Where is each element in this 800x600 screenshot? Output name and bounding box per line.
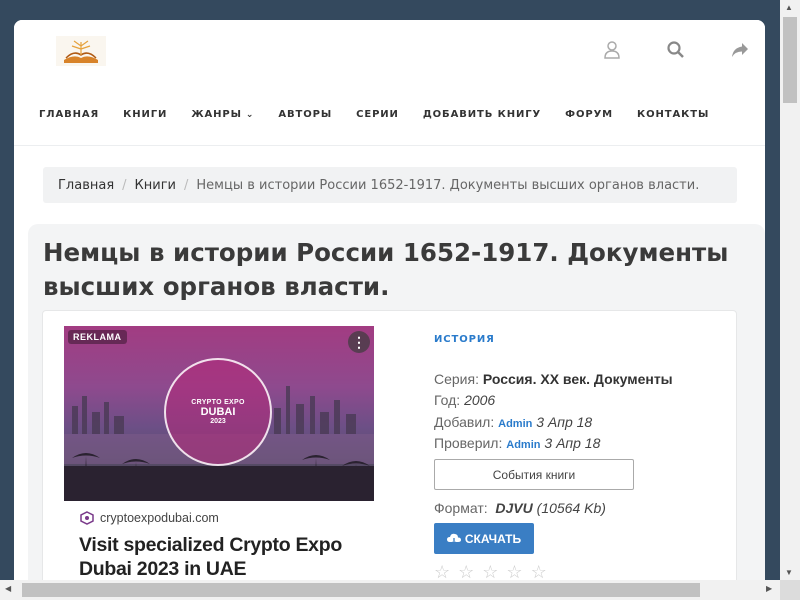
breadcrumb-current: Немцы в истории России 1652-1917. Докуме… bbox=[196, 177, 700, 193]
nav-item-contacts[interactable]: КОНТАКТЫ bbox=[637, 109, 709, 120]
format-row: Формат: DJVU (10564 Kb) bbox=[434, 500, 606, 516]
scrollbar-corner bbox=[780, 580, 800, 600]
series-row: Серия: Россия. XX век. Документы bbox=[434, 371, 673, 387]
more-vertical-icon[interactable]: ⋮ bbox=[348, 331, 370, 353]
ad-source[interactable]: cryptoexpodubai.com bbox=[80, 511, 219, 525]
nav-item-series[interactable]: СЕРИИ bbox=[356, 109, 399, 120]
nav-item-forum[interactable]: ФОРУМ bbox=[565, 109, 613, 120]
user-icon[interactable] bbox=[599, 40, 625, 60]
nav-label: ФОРУМ bbox=[565, 109, 614, 120]
breadcrumb-home-link[interactable]: Главная bbox=[58, 178, 114, 193]
nav-label: ДОБАВИТЬ КНИГУ bbox=[422, 109, 542, 120]
series-label: Серия: bbox=[434, 371, 479, 387]
scroll-down-icon[interactable]: ▼ bbox=[785, 568, 793, 577]
nav-label: ГЛАВНАЯ bbox=[39, 109, 100, 120]
breadcrumb: Главная / Книги / Немцы в истории России… bbox=[43, 167, 737, 203]
genre-link[interactable]: ИСТОРИЯ bbox=[434, 334, 495, 345]
main-nav: ГЛАВНАЯ КНИГИ ЖАНРЫ ⌄ АВТОРЫ СЕРИИ ДОБАВИ… bbox=[39, 109, 733, 120]
checked-user-link[interactable]: Admin bbox=[506, 439, 540, 451]
ad-circle-logo: CRYPTO EXPO DUBAI 2023 bbox=[164, 358, 272, 466]
nav-label: СЕРИИ bbox=[356, 109, 399, 120]
vertical-scrollbar[interactable]: ▲ ▼ bbox=[780, 0, 800, 580]
horizontal-scroll-thumb[interactable] bbox=[22, 583, 700, 597]
ad-image[interactable]: REKLAMA ⋮ CRYPTO EXPO DUBAI 2023 bbox=[64, 326, 374, 501]
nav-label: КНИГИ bbox=[123, 109, 168, 120]
format-value: DJVU bbox=[495, 500, 533, 516]
scroll-right-icon[interactable]: ▶ bbox=[766, 584, 772, 593]
year-value: 2006 bbox=[464, 392, 496, 408]
ad-badge: REKLAMA bbox=[68, 330, 127, 344]
checked-label: Проверил: bbox=[434, 435, 503, 451]
ad-circle-text: CRYPTO EXPO bbox=[191, 399, 245, 406]
download-label: СКАЧАТЬ bbox=[464, 531, 522, 546]
nav-label: КОНТАКТЫ bbox=[637, 109, 710, 120]
download-button[interactable]: СКАЧАТЬ bbox=[434, 523, 534, 554]
advertisement[interactable]: REKLAMA ⋮ CRYPTO EXPO DUBAI 2023 cryptoe… bbox=[64, 326, 374, 586]
nav-label: ЖАНРЫ bbox=[191, 109, 242, 120]
breadcrumb-separator: / bbox=[184, 177, 189, 193]
nav-item-genres[interactable]: ЖАНРЫ ⌄ bbox=[191, 109, 254, 120]
search-icon[interactable] bbox=[663, 40, 689, 60]
scroll-up-icon[interactable]: ▲ bbox=[785, 3, 793, 12]
share-icon[interactable] bbox=[727, 40, 753, 60]
book-card: Немцы в истории России 1652-1917. Докуме… bbox=[28, 224, 765, 586]
chevron-down-icon: ⌄ bbox=[245, 109, 255, 120]
checked-row: Проверил: Admin 3 Апр 18 bbox=[434, 435, 600, 451]
breadcrumb-books-link[interactable]: Книги bbox=[135, 178, 176, 193]
page-title: Немцы в истории России 1652-1917. Докуме… bbox=[43, 238, 729, 301]
format-label: Формат: bbox=[434, 500, 488, 516]
added-row: Добавил: Admin 3 Апр 18 bbox=[434, 414, 592, 430]
book-details-panel: REKLAMA ⋮ CRYPTO EXPO DUBAI 2023 cryptoe… bbox=[42, 310, 737, 586]
series-value[interactable]: Россия. XX век. Документы bbox=[483, 371, 673, 387]
format-size: (10564 Kb) bbox=[536, 500, 606, 516]
added-user-link[interactable]: Admin bbox=[498, 418, 532, 430]
checked-date: 3 Апр 18 bbox=[544, 435, 601, 451]
year-label: Год: bbox=[434, 392, 461, 408]
browser-window: ГЛАВНАЯ КНИГИ ЖАНРЫ ⌄ АВТОРЫ СЕРИИ ДОБАВИ… bbox=[14, 20, 765, 586]
ad-source-domain: cryptoexpodubai.com bbox=[100, 511, 219, 525]
ad-favicon-icon bbox=[80, 511, 94, 525]
nav-item-authors[interactable]: АВТОРЫ bbox=[278, 109, 332, 120]
site-header: ГЛАВНАЯ КНИГИ ЖАНРЫ ⌄ АВТОРЫ СЕРИИ ДОБАВИ… bbox=[14, 20, 765, 146]
added-date: 3 Апр 18 bbox=[536, 414, 593, 430]
year-row: Год: 2006 bbox=[434, 392, 495, 408]
breadcrumb-separator: / bbox=[122, 177, 127, 193]
ad-circle-text: DUBAI bbox=[200, 406, 236, 418]
nav-item-home[interactable]: ГЛАВНАЯ bbox=[39, 109, 99, 120]
ad-headline[interactable]: Visit specialized Crypto Expo Dubai 2023… bbox=[79, 533, 369, 581]
site-logo[interactable] bbox=[56, 36, 106, 66]
added-label: Добавил: bbox=[434, 414, 495, 430]
cloud-download-icon bbox=[446, 533, 461, 545]
nav-item-books[interactable]: КНИГИ bbox=[123, 109, 167, 120]
horizontal-scrollbar[interactable]: ◀ ▶ bbox=[0, 580, 780, 600]
vertical-scroll-thumb[interactable] bbox=[783, 17, 797, 103]
nav-item-add-book[interactable]: ДОБАВИТЬ КНИГУ bbox=[423, 109, 541, 120]
scroll-left-icon[interactable]: ◀ bbox=[5, 584, 11, 593]
nav-label: АВТОРЫ bbox=[278, 109, 333, 120]
book-events-button[interactable]: События книги bbox=[434, 459, 634, 490]
ad-circle-text: 2023 bbox=[210, 418, 226, 425]
